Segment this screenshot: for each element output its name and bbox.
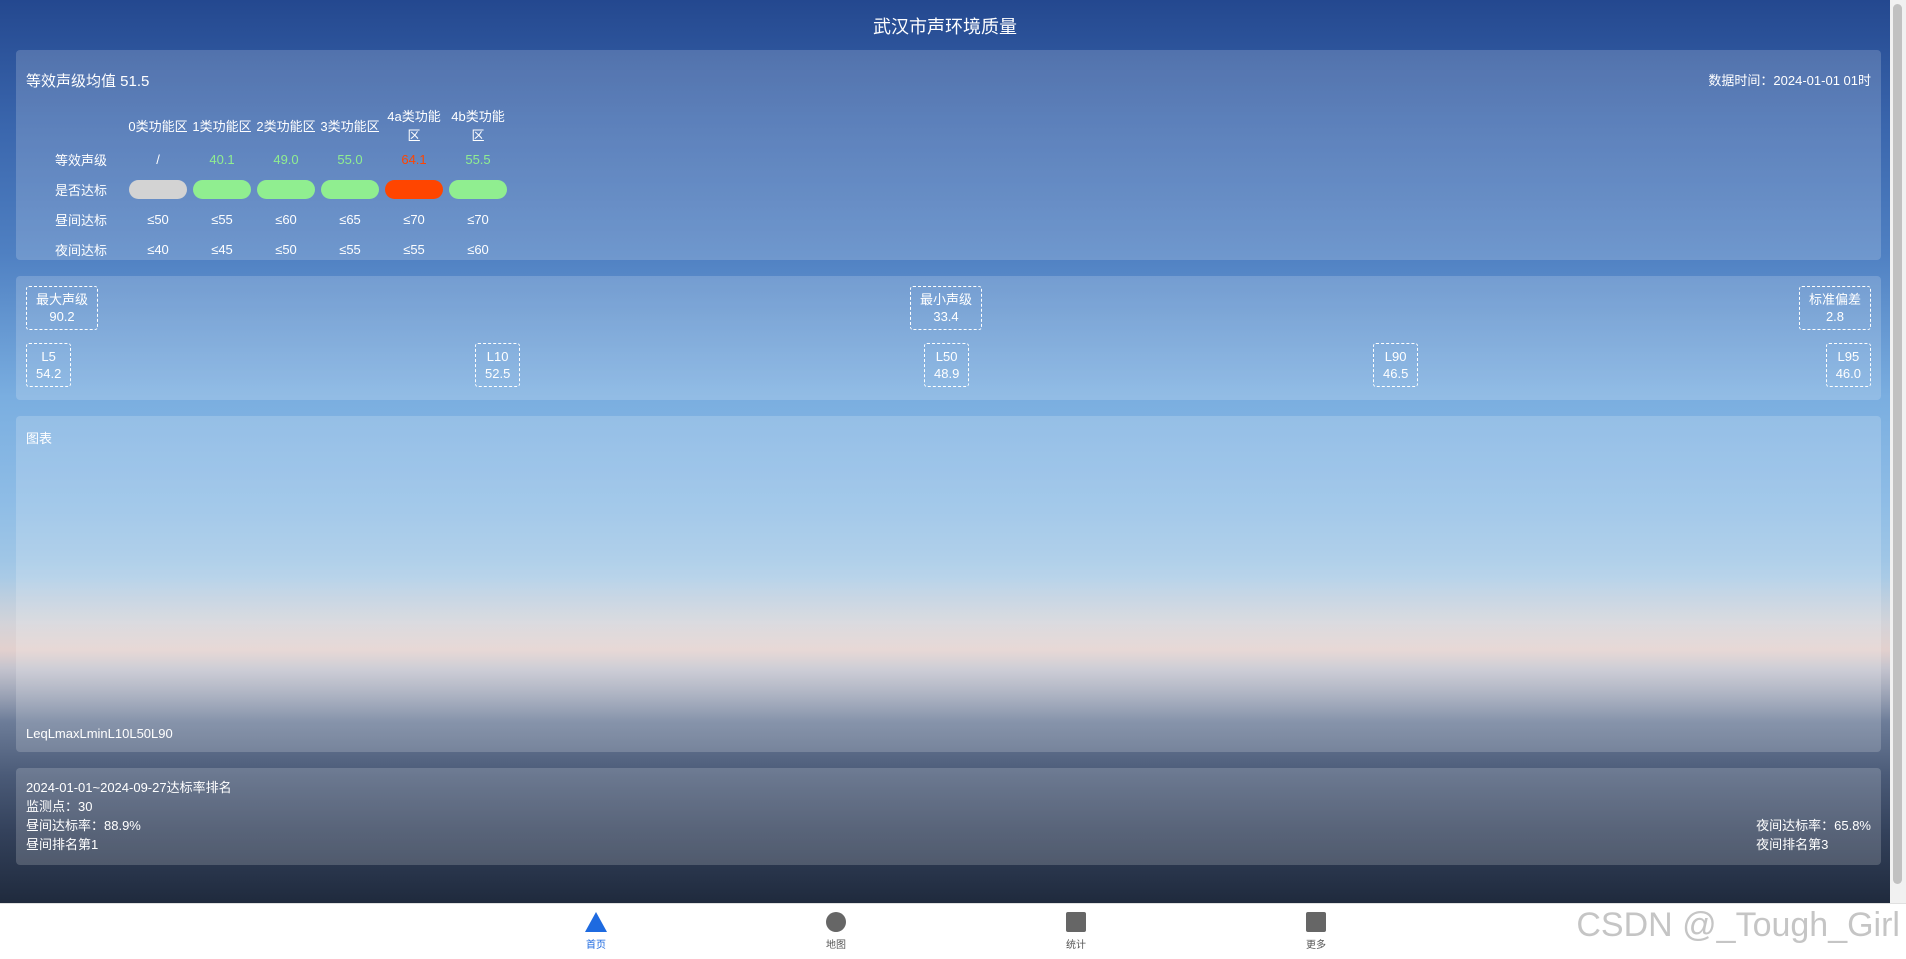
zone-header: 3类功能区 — [320, 118, 380, 134]
stat-label: L5 — [41, 349, 56, 364]
met-row: 是否达标 — [36, 174, 510, 204]
night-rank: 夜间排名第3 — [1756, 837, 1829, 852]
stat-l90: L90 46.5 — [1373, 343, 1419, 387]
monitoring-points: 监测点：30 — [26, 799, 93, 814]
stat-value: 2.8 — [1825, 309, 1845, 324]
nav-label: 首页 — [586, 940, 606, 951]
ranking-title: 2024-01-01~2024-09-27达标率排名 — [26, 780, 232, 795]
stat-l50: L50 48.9 — [924, 343, 970, 387]
row-label: 等效声级 — [54, 152, 107, 168]
stat-value: 54.2 — [36, 366, 62, 381]
watermark: CSDN @_Tough_Girl — [1576, 906, 1900, 944]
stat-l5: L5 54.2 — [26, 343, 72, 387]
night-standard: ≤40 — [147, 241, 169, 257]
zone-table: 0类功能区 1类功能区 2类功能区 3类功能区 4a类功能区 4b类功能区 等效… — [36, 106, 510, 264]
nav-map[interactable]: 地图 — [796, 912, 876, 951]
stat-l10: L10 52.5 — [475, 343, 521, 387]
met-indicator — [321, 179, 379, 199]
row-label: 昼间达标 — [54, 212, 107, 228]
stat-l95: L95 46.0 — [1825, 343, 1871, 387]
summary-panel: 等效声级均值 51.5 数据时间：2024-01-01 01时 0类功能区 1类… — [16, 50, 1881, 260]
chart-title: 图表 — [26, 431, 53, 446]
zone-header: 4b类功能区 — [451, 109, 505, 143]
day-standard: ≤65 — [339, 211, 361, 227]
stat-value: 33.4 — [933, 309, 959, 324]
chart-legend: LeqLmaxLminL10L50L90 — [26, 726, 173, 741]
stat-std-dev: 标准偏差 2.8 — [1798, 286, 1871, 330]
zone-header: 0类功能区 — [128, 118, 188, 134]
night-standard: ≤45 — [211, 241, 233, 257]
day-standard: ≤55 — [211, 211, 233, 227]
zone-header: 1类功能区 — [192, 118, 252, 134]
stat-max-level: 最大声级 90.2 — [26, 286, 99, 330]
home-triangle-icon — [585, 912, 607, 932]
row-label: 夜间达标 — [54, 242, 107, 258]
level-value: 55.5 — [465, 151, 491, 167]
scrollbar-thumb[interactable] — [1893, 4, 1902, 884]
night-standard: ≤50 — [275, 241, 297, 257]
stat-label: L10 — [486, 349, 509, 364]
nav-label: 统计 — [1066, 940, 1086, 951]
stat-value: 90.2 — [49, 309, 75, 324]
stats-square-icon — [1066, 912, 1086, 932]
level-row: 等效声级 / 40.1 49.0 55.0 64.1 55.5 — [36, 144, 510, 174]
more-square-icon — [1306, 912, 1326, 932]
level-value: 64.1 — [401, 151, 427, 167]
met-indicator — [385, 179, 443, 199]
average-level: 等效声级均值 51.5 — [26, 73, 150, 90]
scrollbar[interactable] — [1890, 0, 1906, 903]
nav-more[interactable]: 更多 — [1276, 912, 1356, 951]
row-label: 是否达标 — [54, 182, 107, 198]
ranking-left: 2024-01-01~2024-09-27达标率排名 监测点：30 昼间达标率：… — [26, 778, 232, 854]
stat-label: 最大声级 — [36, 292, 89, 307]
stats-panel: 最大声级 90.2 最小声级 33.4 标准偏差 2.8 L5 54.2 L10… — [16, 276, 1881, 400]
chart-panel: 图表 LeqLmaxLminL10L50L90 — [16, 416, 1881, 752]
zone-header: 2类功能区 — [256, 118, 316, 134]
stat-label: L95 — [1837, 349, 1860, 364]
night-standard: ≤55 — [403, 241, 425, 257]
night-standard: ≤60 — [467, 241, 489, 257]
stat-label: 标准偏差 — [1808, 292, 1861, 307]
day-rate: 昼间达标率：88.9% — [26, 818, 141, 833]
stat-value: 46.5 — [1383, 366, 1409, 381]
corner-cell — [36, 106, 126, 144]
stat-label: L50 — [935, 349, 958, 364]
level-value: 40.1 — [209, 151, 235, 167]
stat-value: 46.0 — [1835, 366, 1861, 381]
nav-label: 更多 — [1306, 940, 1326, 951]
day-row: 昼间达标 ≤50 ≤55 ≤60 ≤65 ≤70 ≤70 — [36, 204, 510, 234]
night-rate: 夜间达标率：65.8% — [1756, 818, 1871, 833]
map-circle-icon — [826, 912, 846, 932]
day-standard: ≤70 — [467, 211, 489, 227]
zone-header: 4a类功能区 — [387, 109, 441, 143]
night-standard: ≤55 — [339, 241, 361, 257]
ranking-right: 夜间达标率：65.8% 夜间排名第3 — [1756, 816, 1871, 854]
page-title: 武汉市声环境质量 — [873, 17, 1017, 37]
level-value: 49.0 — [273, 151, 299, 167]
met-indicator — [129, 179, 187, 199]
night-row: 夜间达标 ≤40 ≤45 ≤50 ≤55 ≤55 ≤60 — [36, 234, 510, 264]
stat-min-level: 最小声级 33.4 — [910, 286, 983, 330]
day-standard: ≤70 — [403, 211, 425, 227]
level-value: / — [156, 151, 160, 167]
stat-value: 48.9 — [934, 366, 960, 381]
met-indicator — [193, 179, 251, 199]
stat-value: 52.5 — [485, 366, 511, 381]
met-indicator — [257, 179, 315, 199]
nav-stats[interactable]: 统计 — [1036, 912, 1116, 951]
day-standard: ≤60 — [275, 211, 297, 227]
nav-home[interactable]: 首页 — [556, 912, 636, 951]
nav-label: 地图 — [826, 940, 846, 951]
stat-label: L90 — [1384, 349, 1407, 364]
day-rank: 昼间排名第1 — [26, 837, 99, 852]
ranking-panel: 2024-01-01~2024-09-27达标率排名 监测点：30 昼间达标率：… — [16, 768, 1881, 865]
zone-header-row: 0类功能区 1类功能区 2类功能区 3类功能区 4a类功能区 4b类功能区 — [36, 106, 510, 144]
stat-label: 最小声级 — [920, 292, 973, 307]
level-value: 55.0 — [337, 151, 363, 167]
data-time: 数据时间：2024-01-01 01时 — [1708, 73, 1871, 88]
met-indicator — [449, 179, 507, 199]
day-standard: ≤50 — [147, 211, 169, 227]
